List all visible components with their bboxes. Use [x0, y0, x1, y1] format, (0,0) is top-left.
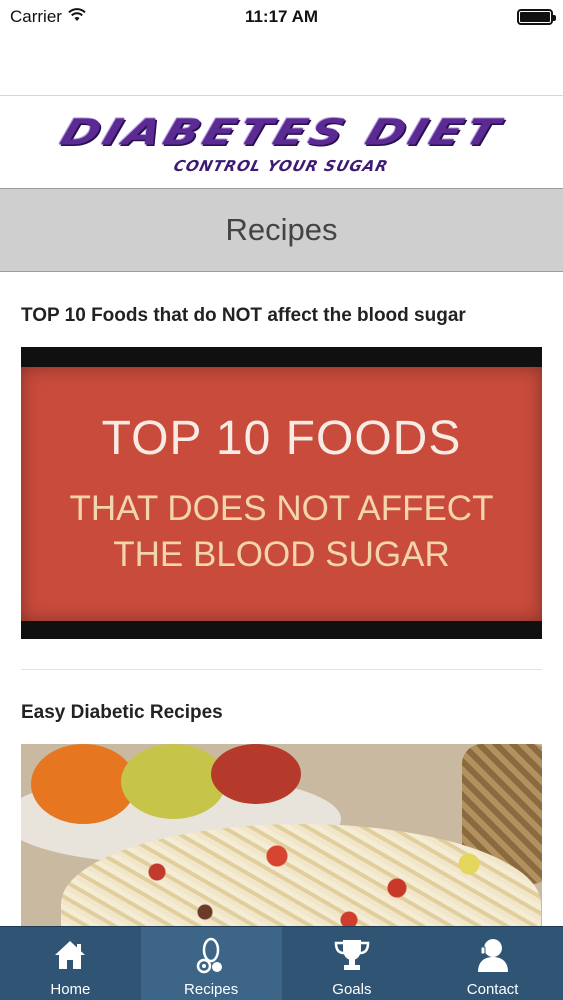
tab-label: Home	[50, 981, 91, 998]
recipe-thumbnail[interactable]: TOP 10 FOODS THAT DOES NOT AFFECT THE BL…	[21, 347, 542, 639]
recipe-thumbnail[interactable]	[21, 744, 542, 926]
page-title-bar: Recipes	[0, 188, 563, 272]
apple-image	[211, 744, 301, 804]
tab-recipes[interactable]: Recipes	[140, 927, 282, 1000]
thumbnail-subline-2: THE BLOOD SUGAR	[113, 534, 450, 574]
tab-label: Contact	[466, 981, 519, 998]
recipe-item-easy[interactable]: Easy Diabetic Recipes	[0, 670, 563, 926]
recipe-list[interactable]: TOP 10 Foods that do NOT affect the bloo…	[0, 273, 563, 926]
thumbnail-card: TOP 10 FOODS THAT DOES NOT AFFECT THE BL…	[21, 367, 542, 621]
recipes-icon	[191, 933, 231, 977]
contact-icon	[473, 933, 513, 977]
battery-fill	[520, 12, 550, 22]
tab-contact[interactable]: Contact	[422, 927, 563, 1000]
tab-home[interactable]: Home	[0, 927, 141, 1000]
recipe-title[interactable]: TOP 10 Foods that do NOT affect the bloo…	[21, 273, 542, 347]
home-icon	[50, 933, 90, 977]
recipe-title[interactable]: Easy Diabetic Recipes	[21, 670, 542, 744]
tab-label: Recipes	[184, 981, 239, 998]
thumbnail-headline: TOP 10 FOODS	[101, 412, 462, 465]
thumbnail-subline-1: THAT DOES NOT AFFECT	[69, 489, 494, 528]
logo-banner: DIABETES DIET CONTROL YOUR SUGAR	[0, 97, 563, 187]
battery-icon	[517, 9, 556, 25]
logo-subtitle: CONTROL YOUR SUGAR	[172, 157, 391, 175]
trophy-icon	[332, 933, 372, 977]
tab-goals[interactable]: Goals	[282, 927, 423, 1000]
page-title: Recipes	[225, 212, 338, 247]
pear-image	[121, 744, 226, 819]
recipe-item-top10[interactable]: TOP 10 Foods that do NOT affect the bloo…	[0, 273, 563, 639]
tab-bar: Home Recipes Goals Contact	[0, 926, 563, 1000]
logo-title: DIABETES DIET	[54, 110, 509, 154]
carrier-label: Carrier	[10, 7, 62, 26]
wifi-icon	[68, 7, 86, 27]
tab-label: Goals	[332, 981, 372, 998]
status-left: Carrier	[10, 7, 86, 27]
status-bar: Carrier 11:17 AM	[0, 0, 563, 34]
navigation-bar	[0, 34, 563, 96]
